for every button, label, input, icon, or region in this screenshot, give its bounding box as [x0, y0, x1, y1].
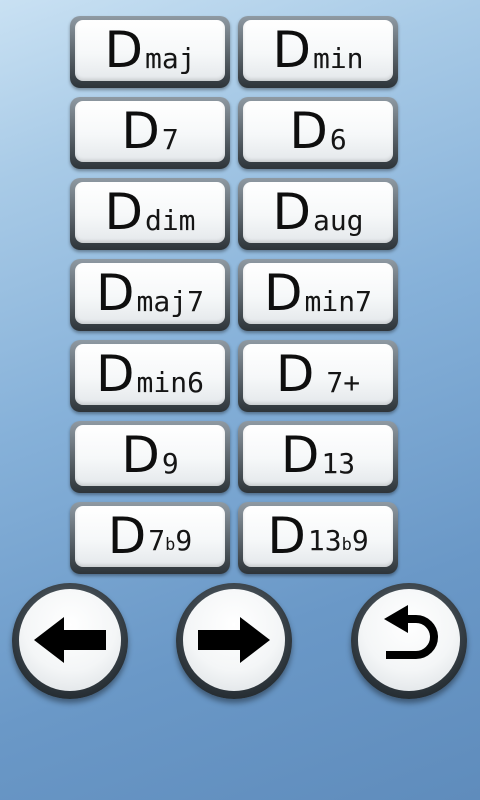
chord-root: D — [264, 264, 303, 322]
chord-root: D — [289, 102, 328, 160]
chord-root: D — [275, 345, 315, 403]
chord-suffix: min6 — [136, 366, 204, 399]
chord-root: D — [121, 102, 160, 160]
arrow-left-icon — [34, 617, 106, 663]
chord-face: D 7b9 — [75, 506, 225, 567]
chord-face: Dmaj7 — [75, 263, 225, 324]
chord-suffix: aug — [312, 204, 364, 237]
chord-face: Dmin7 — [243, 263, 393, 324]
chord-root: D — [280, 426, 320, 484]
suffix-post: 9 — [351, 524, 369, 557]
suffix-pre: 7 — [148, 524, 166, 557]
flat-sign: b — [341, 535, 352, 555]
chord-suffix: min — [312, 42, 364, 75]
chord-button-dmin7[interactable]: Dmin7 — [238, 259, 398, 331]
chord-button-d7b9[interactable]: D 7b9 — [70, 502, 230, 574]
chord-face: D 13 — [243, 425, 393, 486]
chord-root: D — [121, 426, 160, 484]
chord-suffix: 7 — [161, 123, 179, 156]
chord-button-ddim[interactable]: Ddim — [70, 178, 230, 250]
suffix-pre: 13 — [307, 524, 342, 557]
chord-root: D — [104, 21, 143, 79]
chord-root: D — [267, 507, 306, 565]
chord-face: Dmaj — [75, 20, 225, 81]
chord-suffix: dim — [144, 204, 196, 237]
flat-sign: b — [165, 535, 176, 555]
chord-suffix: 7b9 — [148, 527, 192, 559]
chord-face: Ddim — [75, 182, 225, 243]
chord-root: D — [104, 183, 143, 241]
chord-suffix: 6 — [329, 123, 347, 156]
chord-suffix: maj — [144, 42, 196, 75]
chord-suffix: 7+ — [326, 366, 361, 399]
chord-button-dmaj7[interactable]: Dmaj7 — [70, 259, 230, 331]
previous-button[interactable] — [12, 583, 128, 699]
previous-button-face — [19, 589, 121, 691]
chord-button-dmin[interactable]: Dmin — [238, 16, 398, 88]
chord-suffix: 9 — [161, 447, 179, 480]
undo-icon — [384, 605, 438, 659]
chord-face: D6 — [243, 101, 393, 162]
chord-face: D 13b9 — [243, 506, 393, 567]
chord-button-dmin6[interactable]: Dmin6 — [70, 340, 230, 412]
back-button-face — [358, 589, 460, 691]
chord-root: D — [96, 264, 135, 322]
chord-face: D9 — [75, 425, 225, 486]
arrow-right-icon — [198, 617, 270, 663]
chord-button-d7plus[interactable]: D 7+ — [238, 340, 398, 412]
chord-suffix: 13b9 — [308, 527, 369, 559]
chord-root: D — [107, 507, 147, 565]
chord-root: D — [96, 345, 135, 403]
next-button-face — [183, 589, 285, 691]
chord-button-d13[interactable]: D 13 — [238, 421, 398, 493]
chord-face: D 7+ — [243, 344, 393, 405]
suffix-post: 9 — [175, 524, 193, 557]
next-button[interactable] — [176, 583, 292, 699]
chord-button-d13b9[interactable]: D 13b9 — [238, 502, 398, 574]
chord-suffix: maj7 — [136, 285, 204, 318]
chord-face: D7 — [75, 101, 225, 162]
chord-root: D — [272, 21, 311, 79]
chord-button-d9[interactable]: D9 — [70, 421, 230, 493]
chord-face: Dmin6 — [75, 344, 225, 405]
chord-button-d6[interactable]: D6 — [238, 97, 398, 169]
chord-button-d7[interactable]: D7 — [70, 97, 230, 169]
chord-face: Daug — [243, 182, 393, 243]
back-button[interactable] — [351, 583, 467, 699]
chord-root: D — [272, 183, 311, 241]
chord-suffix: 13 — [321, 447, 356, 480]
chord-button-daug[interactable]: Daug — [238, 178, 398, 250]
chord-suffix: min7 — [304, 285, 372, 318]
chord-button-dmaj[interactable]: Dmaj — [70, 16, 230, 88]
chord-face: Dmin — [243, 20, 393, 81]
